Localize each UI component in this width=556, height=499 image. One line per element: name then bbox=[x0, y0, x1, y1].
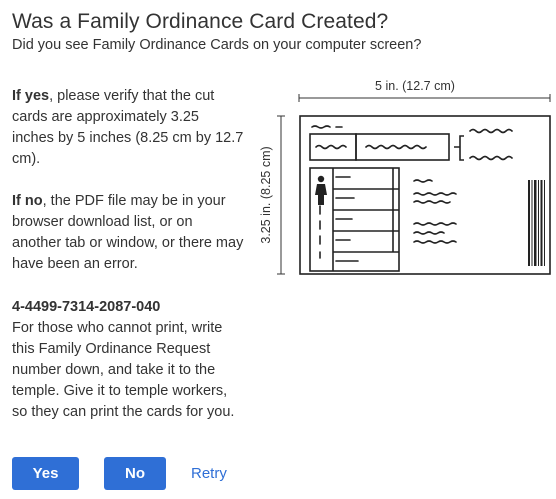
yes-button[interactable]: Yes bbox=[12, 457, 79, 490]
no-lead: If no bbox=[12, 193, 43, 209]
no-instructions: If no, the PDF file may be in your brows… bbox=[12, 191, 244, 275]
request-info: 4-4499-7314-2087-040 For those who cannot… bbox=[12, 297, 244, 423]
width-dimension-line bbox=[298, 94, 551, 102]
no-text: , the PDF file may be in your browser do… bbox=[12, 193, 244, 272]
barcode-icon bbox=[528, 180, 545, 266]
card-text-scribbles bbox=[311, 125, 513, 262]
height-dimension-label: 3.25 in. (8.25 cm) bbox=[259, 146, 273, 243]
request-instructions: For those who cannot print, write this F… bbox=[12, 320, 235, 420]
page-subtitle: Did you see Family Ordinance Cards on yo… bbox=[12, 37, 422, 53]
yes-lead: If yes bbox=[12, 88, 50, 104]
height-dimension-line bbox=[277, 115, 285, 275]
retry-link[interactable]: Retry bbox=[191, 465, 227, 482]
page-title: Was a Family Ordinance Card Created? bbox=[12, 10, 389, 33]
person-icon bbox=[315, 175, 327, 205]
request-number: 4-4499-7314-2087-040 bbox=[12, 299, 161, 315]
width-dimension-label: 5 in. (12.7 cm) bbox=[375, 79, 455, 93]
card-size-diagram: 5 in. (12.7 cm) 3.25 in. (8.25 cm) bbox=[259, 79, 551, 275]
yes-instructions: If yes, please verify that the cut cards… bbox=[12, 86, 244, 170]
no-button[interactable]: No bbox=[104, 457, 166, 490]
